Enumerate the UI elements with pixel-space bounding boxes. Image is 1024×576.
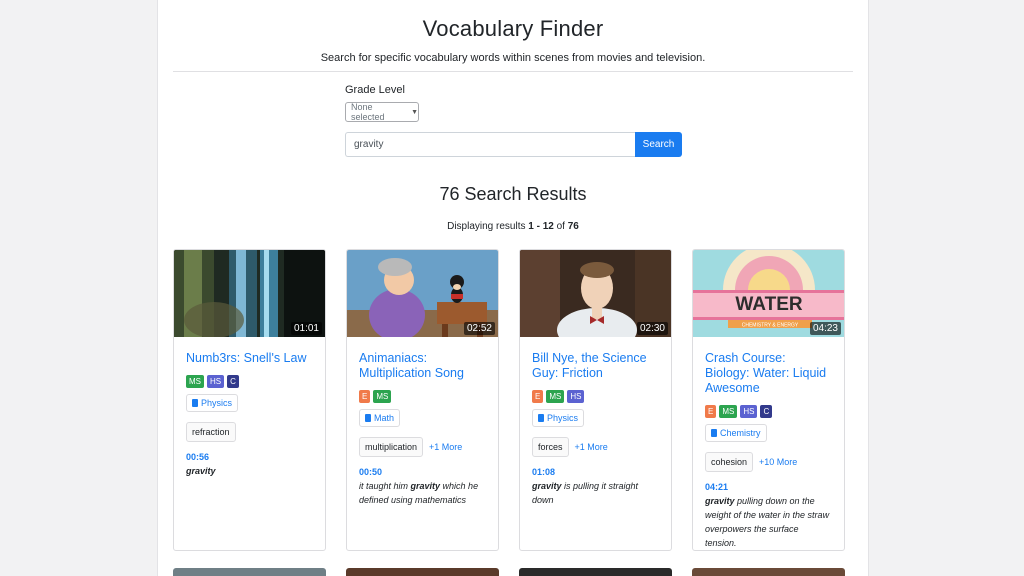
grade-badge: MS [373, 390, 392, 403]
subject-tag[interactable]: Math [359, 409, 401, 427]
quote-text: gravity [186, 464, 313, 478]
quote-text: gravity pulling down on the weight of th… [705, 494, 832, 550]
results-prefix: Displaying results [447, 221, 529, 232]
quote-highlight: gravity [186, 466, 216, 476]
quote-highlight: gravity [705, 496, 735, 506]
video-duration: 04:23 [809, 322, 841, 335]
video-card[interactable]: WATER CHEMISTRY & ENERGY 04:23 Crash Cou… [692, 249, 845, 551]
next-row-card-thumbnail [346, 568, 499, 576]
subject-label: Physics [201, 398, 233, 408]
video-title-link[interactable]: Bill Nye, the Science Guy: Friction [532, 351, 659, 381]
search-form: Grade Level None selected ▼ Search [345, 84, 682, 157]
book-icon [711, 429, 717, 437]
grade-badges: E MS HS C [705, 405, 832, 418]
video-duration: 02:30 [636, 322, 668, 335]
search-bar: Search [345, 132, 682, 157]
caret-down-icon: ▼ [411, 108, 418, 116]
keyword-list: forces +1 More [532, 437, 659, 457]
timestamp-link[interactable]: 01:08 [532, 467, 659, 477]
next-row-card-thumbnail [692, 568, 845, 576]
grade-badges: MS HS C [186, 375, 313, 388]
subject-tag[interactable]: Physics [186, 394, 239, 412]
video-card[interactable]: 01:01 Numb3rs: Snell's Law MS HS C Physi… [173, 249, 326, 551]
results-range-text: Displaying results 1 - 12 of 76 [158, 221, 868, 232]
subject-tag[interactable]: Physics [532, 409, 585, 427]
grade-badge: C [760, 405, 773, 418]
grade-badge: E [705, 405, 717, 418]
subject-label: Chemistry [720, 428, 761, 438]
page-subtitle: Search for specific vocabulary words wit… [320, 52, 706, 64]
keyword-list: multiplication +1 More [359, 437, 486, 457]
quote-highlight: gravity [532, 481, 562, 491]
video-duration: 02:52 [463, 322, 495, 335]
grade-badge: MS [186, 375, 204, 388]
grade-level-label: Grade Level [345, 84, 405, 96]
subject-label: Math [374, 413, 395, 423]
header: Vocabulary Finder Search for specific vo… [158, 0, 868, 64]
video-thumbnail[interactable]: 02:30 [520, 250, 671, 337]
keyword-tag[interactable]: cohesion [705, 452, 754, 472]
results-range: 1 - 12 [528, 221, 554, 232]
next-row-card-thumbnail [519, 568, 672, 576]
video-card[interactable]: 02:30 Bill Nye, the Science Guy: Frictio… [519, 249, 672, 551]
video-duration: 01:01 [290, 322, 322, 335]
keyword-list: refraction [186, 422, 313, 442]
more-keywords-link[interactable]: +1 More [575, 442, 608, 452]
keyword-tag[interactable]: multiplication [359, 437, 424, 457]
quote-text: gravity is pulling it straight down [532, 479, 659, 507]
header-divider [173, 71, 853, 72]
timestamp-link[interactable]: 04:21 [705, 482, 832, 492]
search-input[interactable] [345, 132, 635, 157]
page-title: Vocabulary Finder [422, 16, 604, 41]
grade-badge: MS [546, 390, 565, 403]
results-of: of [553, 221, 568, 232]
keyword-tag[interactable]: refraction [186, 422, 236, 442]
quote-text: it taught him gravity which he defined u… [359, 479, 486, 507]
more-keywords-link[interactable]: +1 More [429, 442, 462, 452]
grade-badge: HS [740, 405, 758, 418]
book-icon [192, 399, 198, 407]
keyword-list: cohesion +10 More [705, 452, 832, 472]
grade-badges: E MS HS [532, 390, 659, 403]
results-total: 76 [567, 221, 579, 232]
timestamp-link[interactable]: 00:56 [186, 452, 313, 462]
video-card[interactable]: 02:52 Animaniacs: Multiplication Song E … [346, 249, 499, 551]
grade-level-value: None selected [351, 102, 385, 122]
thumbnail-subtitle-text: CHEMISTRY & ENERGY [742, 323, 799, 329]
grade-badges: E MS [359, 390, 486, 403]
grade-badge: E [532, 390, 544, 403]
grade-badge: MS [719, 405, 738, 418]
video-thumbnail[interactable]: WATER CHEMISTRY & ENERGY 04:23 [693, 250, 844, 337]
video-title-link[interactable]: Animaniacs: Multiplication Song [359, 351, 486, 381]
page-container: Vocabulary Finder Search for specific vo… [157, 0, 869, 576]
grade-badge: HS [207, 375, 225, 388]
video-thumbnail[interactable]: 01:01 [174, 250, 325, 337]
video-title-link[interactable]: Numb3rs: Snell's Law [186, 351, 313, 366]
thumbnail-water-text: WATER [735, 294, 802, 315]
more-keywords-link[interactable]: +10 More [759, 457, 797, 467]
book-icon [538, 414, 544, 422]
video-thumbnail[interactable]: 02:52 [347, 250, 498, 337]
next-row-card-thumbnail [173, 568, 326, 576]
grade-badge: HS [567, 390, 585, 403]
video-title-link[interactable]: Crash Course: Biology: Water: Liquid Awe… [705, 351, 832, 396]
quote-highlight: gravity [410, 481, 441, 491]
subject-label: Physics [547, 413, 579, 423]
grade-badge: E [359, 390, 371, 403]
grade-level-select[interactable]: None selected ▼ [345, 102, 419, 122]
grade-badge: C [227, 375, 239, 388]
results-count-title: 76 Search Results [439, 184, 587, 204]
search-button[interactable]: Search [635, 132, 682, 157]
quote-pre: it taught him [359, 481, 411, 491]
timestamp-link[interactable]: 00:50 [359, 467, 486, 477]
book-icon [365, 414, 371, 422]
subject-tag[interactable]: Chemistry [705, 424, 767, 442]
keyword-tag[interactable]: forces [532, 437, 569, 457]
